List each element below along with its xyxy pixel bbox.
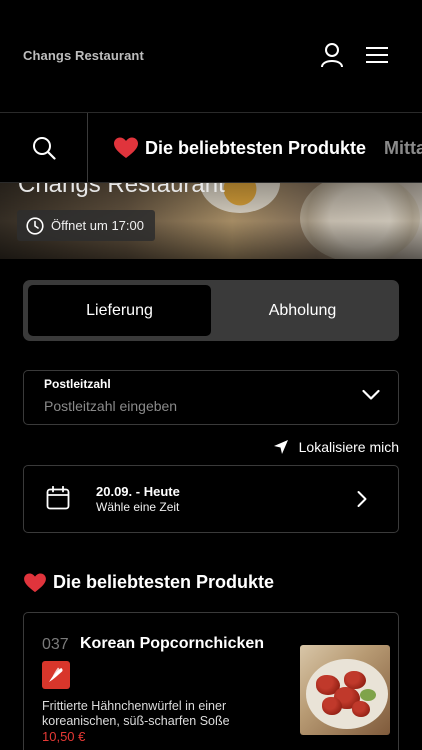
heart-icon [24, 572, 46, 592]
locate-me-button[interactable]: Lokalisiere mich [273, 439, 399, 455]
category-tab-label: Mitta [384, 137, 422, 158]
delivery-option-button[interactable]: Lieferung [28, 285, 211, 336]
brand-name[interactable]: Changs Restaurant [23, 48, 144, 63]
delivery-mode-toggle: Lieferung Abholung [23, 280, 399, 341]
date-time-selector[interactable]: 20.09. - Heute Wähle eine Zeit [23, 465, 399, 533]
locate-me-label: Lokalisiere mich [298, 439, 399, 455]
product-number: 037 [42, 636, 69, 653]
product-name: Korean Popcornchicken [80, 635, 265, 652]
chevron-right-icon [357, 491, 367, 507]
category-nav: Die beliebtesten Produkte Mitta [0, 112, 422, 183]
product-price: 10,50 € [42, 729, 86, 744]
category-tab-next[interactable]: Mitta [384, 113, 422, 182]
category-tab-label: Die beliebtesten Produkte [145, 137, 367, 158]
choose-time-hint: Wähle eine Zeit [96, 500, 180, 514]
search-icon [32, 137, 56, 160]
user-icon [321, 43, 343, 68]
hero-restaurant-title: Changs Restaurant [18, 183, 225, 198]
section-heading: Die beliebtesten Produkte [24, 572, 274, 593]
hamburger-menu-icon [366, 47, 388, 63]
postal-code-input[interactable] [44, 395, 344, 417]
opening-hours-badge: Öffnet um 17:00 [17, 210, 155, 241]
main-content: Lieferung Abholung Postleitzahl Lokalisi… [0, 259, 422, 750]
user-account-button[interactable] [317, 40, 347, 70]
pickup-option-button[interactable]: Abholung [211, 285, 394, 336]
selected-date: 20.09. - Heute [96, 484, 180, 499]
search-button[interactable] [0, 113, 88, 182]
opening-hours-text: Öffnet um 17:00 [51, 218, 144, 233]
location-arrow-icon [273, 440, 288, 454]
clock-icon [26, 216, 44, 235]
section-title-text: Die beliebtesten Produkte [53, 572, 275, 592]
category-tab-popular[interactable]: Die beliebtesten Produkte [114, 113, 367, 182]
chili-icon [49, 667, 63, 682]
product-description: Frittierte Hähnchenwürfel in einer korea… [42, 699, 230, 728]
spicy-badge [42, 661, 70, 689]
app-header: Changs Restaurant [0, 0, 422, 112]
hero-banner: Changs Restaurant Öffnet um 17:00 [0, 183, 422, 259]
postal-code-label: Postleitzahl [44, 377, 111, 391]
calendar-icon [46, 486, 70, 510]
postal-code-field[interactable]: Postleitzahl [23, 370, 399, 425]
product-image [300, 645, 390, 735]
chevron-down-icon[interactable] [362, 389, 380, 401]
heart-icon [114, 137, 138, 158]
product-card[interactable]: 037 Korean Popcornchicken Frittierte Häh… [23, 612, 399, 750]
menu-button[interactable] [362, 40, 392, 70]
